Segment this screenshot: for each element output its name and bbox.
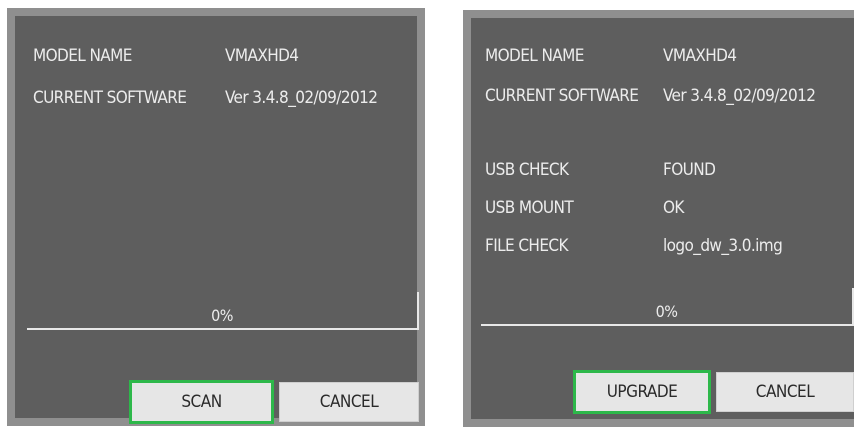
current-software-label: CURRENT SOFTWARE bbox=[33, 88, 187, 108]
model-name-label: MODEL NAME bbox=[485, 46, 584, 66]
progress-bar: 0% bbox=[27, 292, 419, 330]
usb-check-label: USB CHECK bbox=[485, 160, 569, 180]
progress-percent: 0% bbox=[211, 306, 233, 325]
scan-button[interactable]: SCAN bbox=[129, 380, 274, 424]
current-software-value: Ver 3.4.8_02/09/2012 bbox=[225, 88, 378, 108]
model-name-value: VMAXHD4 bbox=[663, 46, 737, 66]
file-check-label: FILE CHECK bbox=[485, 236, 569, 256]
scan-dialog: MODEL NAME VMAXHD4 CURRENT SOFTWARE Ver … bbox=[7, 8, 425, 426]
progress-bar: 0% bbox=[481, 288, 854, 326]
current-software-value: Ver 3.4.8_02/09/2012 bbox=[663, 86, 816, 106]
upgrade-button[interactable]: UPGRADE bbox=[573, 370, 711, 414]
model-name-label: MODEL NAME bbox=[33, 46, 132, 66]
progress-percent: 0% bbox=[655, 302, 678, 321]
cancel-button[interactable]: CANCEL bbox=[279, 382, 419, 422]
cancel-button[interactable]: CANCEL bbox=[716, 372, 854, 412]
usb-check-value: FOUND bbox=[663, 160, 716, 180]
file-check-value: logo_dw_3.0.img bbox=[663, 236, 783, 256]
upgrade-dialog: MODEL NAME VMAXHD4 CURRENT SOFTWARE Ver … bbox=[463, 10, 854, 427]
current-software-label: CURRENT SOFTWARE bbox=[485, 86, 639, 106]
usb-mount-value: OK bbox=[663, 198, 684, 218]
usb-mount-label: USB MOUNT bbox=[485, 198, 574, 218]
model-name-value: VMAXHD4 bbox=[225, 46, 299, 66]
